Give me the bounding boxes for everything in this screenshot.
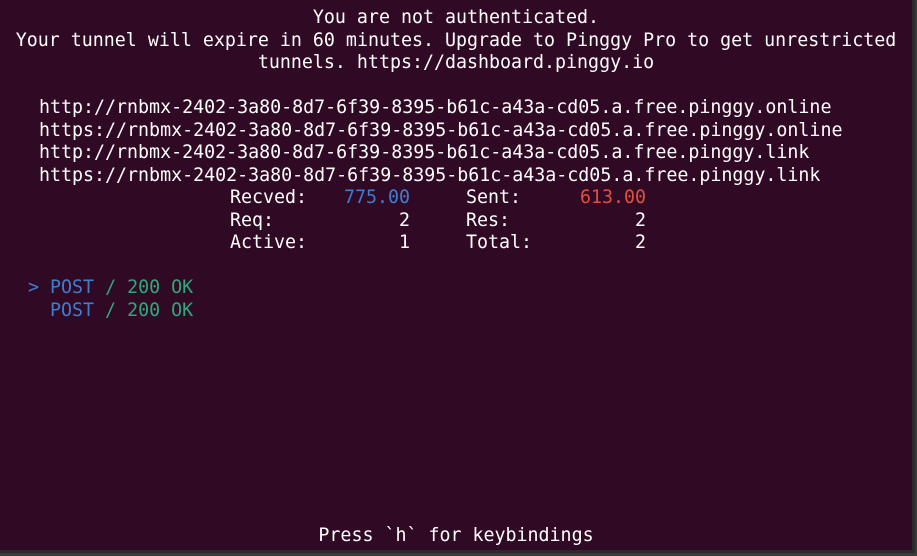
recved-label: Recved: xyxy=(230,187,308,208)
response-status: 200 OK xyxy=(127,277,194,298)
tunnel-url-http-link: http://rnbmx-2402-3a80-8d7-6f39-8395-b61… xyxy=(39,142,810,163)
tunnel-url-http-online: http://rnbmx-2402-3a80-8d7-6f39-8395-b61… xyxy=(39,97,832,118)
active-label: Active: xyxy=(230,232,308,253)
res-label: Res: xyxy=(466,210,511,231)
response-status: 200 OK xyxy=(127,300,194,321)
expiry-notice: Your tunnel will expire in 60 minutes. U… xyxy=(15,30,897,51)
tunnel-url-https-link: https://rnbmx-2402-3a80-8d7-6f39-8395-b6… xyxy=(39,165,821,186)
recved-value: 775.00 xyxy=(343,187,410,208)
upgrade-link-line: tunnels. https://dashboard.pinggy.io xyxy=(257,52,655,73)
total-label: Total: xyxy=(466,232,533,253)
req-label: Req: xyxy=(230,210,275,231)
auth-warning: You are not authenticated. xyxy=(312,7,600,28)
request-path: / xyxy=(105,277,117,298)
request-method: POST xyxy=(50,277,95,298)
request-row[interactable]: > POST / 200 OK xyxy=(28,277,193,300)
keybindings-hint: Press `h` for keybindings xyxy=(318,525,594,546)
sent-label: Sent: xyxy=(466,187,522,208)
req-value: 2 xyxy=(398,210,410,231)
terminal-window[interactable]: You are not authenticated. Your tunnel w… xyxy=(0,0,915,553)
request-method: POST xyxy=(50,300,95,321)
total-value: 2 xyxy=(634,232,646,253)
selection-cursor: > xyxy=(28,277,40,298)
request-path: / xyxy=(105,300,117,321)
sent-value: 613.00 xyxy=(579,187,646,208)
tunnel-url-https-online: https://rnbmx-2402-3a80-8d7-6f39-8395-b6… xyxy=(39,120,843,141)
res-value: 2 xyxy=(634,210,646,231)
active-value: 1 xyxy=(398,232,410,253)
request-row[interactable]: POST / 200 OK xyxy=(50,300,193,323)
